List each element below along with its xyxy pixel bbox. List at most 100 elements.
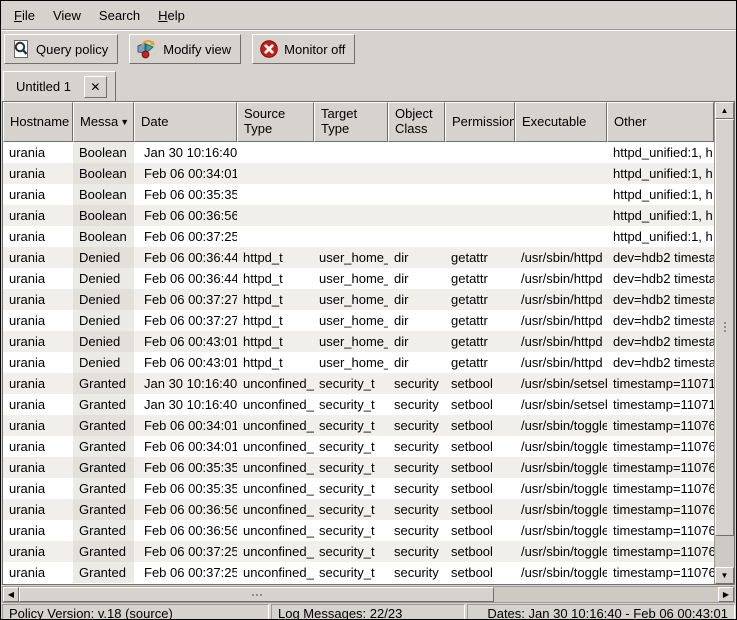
column-header-permission[interactable]: Permission — [445, 102, 515, 142]
column-header-target-type[interactable]: Target Type — [314, 102, 388, 142]
table-row[interactable]: urania Denied Feb 06 00:37:27 httpd_t us… — [3, 310, 714, 331]
scroll-left-button[interactable]: ◀ — [3, 587, 19, 602]
cell-message: Boolean — [73, 205, 134, 226]
cell-message: Granted — [73, 415, 134, 436]
modify-view-button[interactable]: Modify view — [129, 34, 241, 64]
cell-permission: setbool — [445, 478, 515, 499]
table-row[interactable]: urania Denied Feb 06 00:36:44 httpd_t us… — [3, 247, 714, 268]
cell-date: Feb 06 00:37:27 — [134, 289, 237, 310]
menu-search[interactable]: Search — [90, 4, 149, 27]
cell-other: timestamp=11076 — [607, 520, 714, 541]
cell-object-class: dir — [388, 331, 445, 352]
cell-permission: getattr — [445, 247, 515, 268]
column-header-message[interactable]: Messa ▼ — [73, 102, 134, 142]
table-row[interactable]: urania Granted Feb 06 00:34:01 unconfine… — [3, 415, 714, 436]
vertical-scrollbar-trough[interactable] — [715, 119, 734, 567]
cell-date: Feb 06 00:43:01 — [134, 352, 237, 373]
table-row[interactable]: urania Denied Feb 06 00:37:27 httpd_t us… — [3, 289, 714, 310]
cell-source-type: unconfined_ — [237, 394, 314, 415]
column-header-source-type[interactable]: Source Type — [237, 102, 314, 142]
cell-target-type — [314, 205, 388, 226]
menu-help[interactable]: Help — [149, 4, 194, 27]
cell-other: dev=hdb2 timesta — [607, 331, 714, 352]
scroll-right-button[interactable]: ▶ — [718, 587, 734, 602]
table-row[interactable]: urania Granted Feb 06 00:34:01 unconfine… — [3, 436, 714, 457]
table-row[interactable]: urania Boolean Feb 06 00:37:25 httpd_uni… — [3, 226, 714, 247]
cell-hostname: urania — [3, 457, 73, 478]
cell-object-class: security — [388, 457, 445, 478]
cell-target-type: security_t — [314, 499, 388, 520]
tab-untitled-1[interactable]: Untitled 1 ✕ — [3, 71, 116, 101]
menu-view[interactable]: View — [44, 4, 90, 27]
cell-target-type — [314, 163, 388, 184]
table-row[interactable]: urania Granted Feb 06 00:37:25 unconfine… — [3, 562, 714, 583]
table-row[interactable]: urania Boolean Jan 30 10:16:40 httpd_uni… — [3, 142, 714, 163]
cell-hostname: urania — [3, 205, 73, 226]
table-row[interactable]: urania Granted Feb 06 00:35:35 unconfine… — [3, 457, 714, 478]
table-row[interactable]: urania Denied Feb 06 00:43:01 httpd_t us… — [3, 352, 714, 373]
cell-source-type: unconfined_ — [237, 520, 314, 541]
cell-permission: setbool — [445, 562, 515, 583]
table-row[interactable]: urania Granted Feb 06 00:36:56 unconfine… — [3, 520, 714, 541]
cell-date: Feb 06 00:37:25 — [134, 541, 237, 562]
cell-target-type: security_t — [314, 520, 388, 541]
cell-object-class — [388, 205, 445, 226]
cell-target-type — [314, 184, 388, 205]
cell-source-type: httpd_t — [237, 268, 314, 289]
scroll-down-button[interactable]: ▼ — [715, 567, 734, 584]
cell-message: Granted — [73, 541, 134, 562]
horizontal-scrollbar-thumb[interactable] — [19, 587, 494, 602]
cell-executable: /usr/sbin/toggle — [515, 415, 607, 436]
cell-object-class: security — [388, 499, 445, 520]
table-row[interactable]: urania Boolean Feb 06 00:36:56 httpd_uni… — [3, 205, 714, 226]
cell-executable: /usr/sbin/toggle — [515, 562, 607, 583]
table-row[interactable]: urania Denied Feb 06 00:36:44 httpd_t us… — [3, 268, 714, 289]
cell-message: Granted — [73, 478, 134, 499]
cell-target-type — [314, 226, 388, 247]
cell-object-class: security — [388, 478, 445, 499]
cell-target-type: user_home_ — [314, 331, 388, 352]
table-row[interactable]: urania Granted Jan 30 10:16:40 unconfine… — [3, 373, 714, 394]
cell-permission: setbool — [445, 394, 515, 415]
table-row[interactable]: urania Boolean Feb 06 00:35:35 httpd_uni… — [3, 184, 714, 205]
cell-date: Feb 06 00:34:01 — [134, 436, 237, 457]
cell-permission — [445, 226, 515, 247]
column-header-object-class[interactable]: Object Class — [388, 102, 445, 142]
table-row[interactable]: urania Boolean Feb 06 00:34:01 httpd_uni… — [3, 163, 714, 184]
table-row[interactable]: urania Granted Feb 06 00:37:25 unconfine… — [3, 541, 714, 562]
cell-hostname: urania — [3, 289, 73, 310]
cell-object-class: security — [388, 415, 445, 436]
column-header-executable[interactable]: Executable — [515, 102, 607, 142]
table-row[interactable]: urania Granted Jan 30 10:16:40 unconfine… — [3, 394, 714, 415]
horizontal-scrollbar: ◀ ▶ — [2, 586, 735, 603]
scroll-up-button[interactable]: ▲ — [715, 102, 734, 119]
cell-hostname: urania — [3, 184, 73, 205]
monitor-off-label: Monitor off — [284, 42, 345, 57]
cell-executable: /usr/sbin/toggle — [515, 541, 607, 562]
table-row[interactable]: urania Granted Feb 06 00:36:56 unconfine… — [3, 499, 714, 520]
monitor-off-button[interactable]: Monitor off — [252, 34, 355, 64]
column-header-other[interactable]: Other — [607, 102, 714, 142]
cell-permission — [445, 163, 515, 184]
horizontal-scrollbar-trough[interactable] — [19, 587, 718, 602]
column-header-date[interactable]: Date — [134, 102, 237, 142]
vertical-scrollbar-thumb[interactable] — [715, 119, 734, 536]
cell-other: dev=hdb2 timesta — [607, 352, 714, 373]
query-policy-button[interactable]: Query policy — [4, 34, 118, 64]
cell-object-class: dir — [388, 289, 445, 310]
cell-target-type: security_t — [314, 541, 388, 562]
cell-target-type: user_home_ — [314, 352, 388, 373]
table-row[interactable]: urania Denied Feb 06 00:43:01 httpd_t us… — [3, 331, 714, 352]
cell-object-class: security — [388, 436, 445, 457]
tab-close-button[interactable]: ✕ — [84, 76, 107, 98]
table-body: urania Boolean Jan 30 10:16:40 httpd_uni… — [3, 142, 714, 584]
cell-executable — [515, 205, 607, 226]
cell-source-type: httpd_t — [237, 331, 314, 352]
cell-date: Feb 06 00:36:56 — [134, 520, 237, 541]
cell-permission: setbool — [445, 520, 515, 541]
column-header-hostname[interactable]: Hostname — [3, 102, 73, 142]
table-row[interactable]: urania Granted Feb 06 00:35:35 unconfine… — [3, 478, 714, 499]
menu-file[interactable]: File — [5, 4, 44, 27]
cell-other: dev=hdb2 timesta — [607, 268, 714, 289]
cell-hostname: urania — [3, 562, 73, 583]
